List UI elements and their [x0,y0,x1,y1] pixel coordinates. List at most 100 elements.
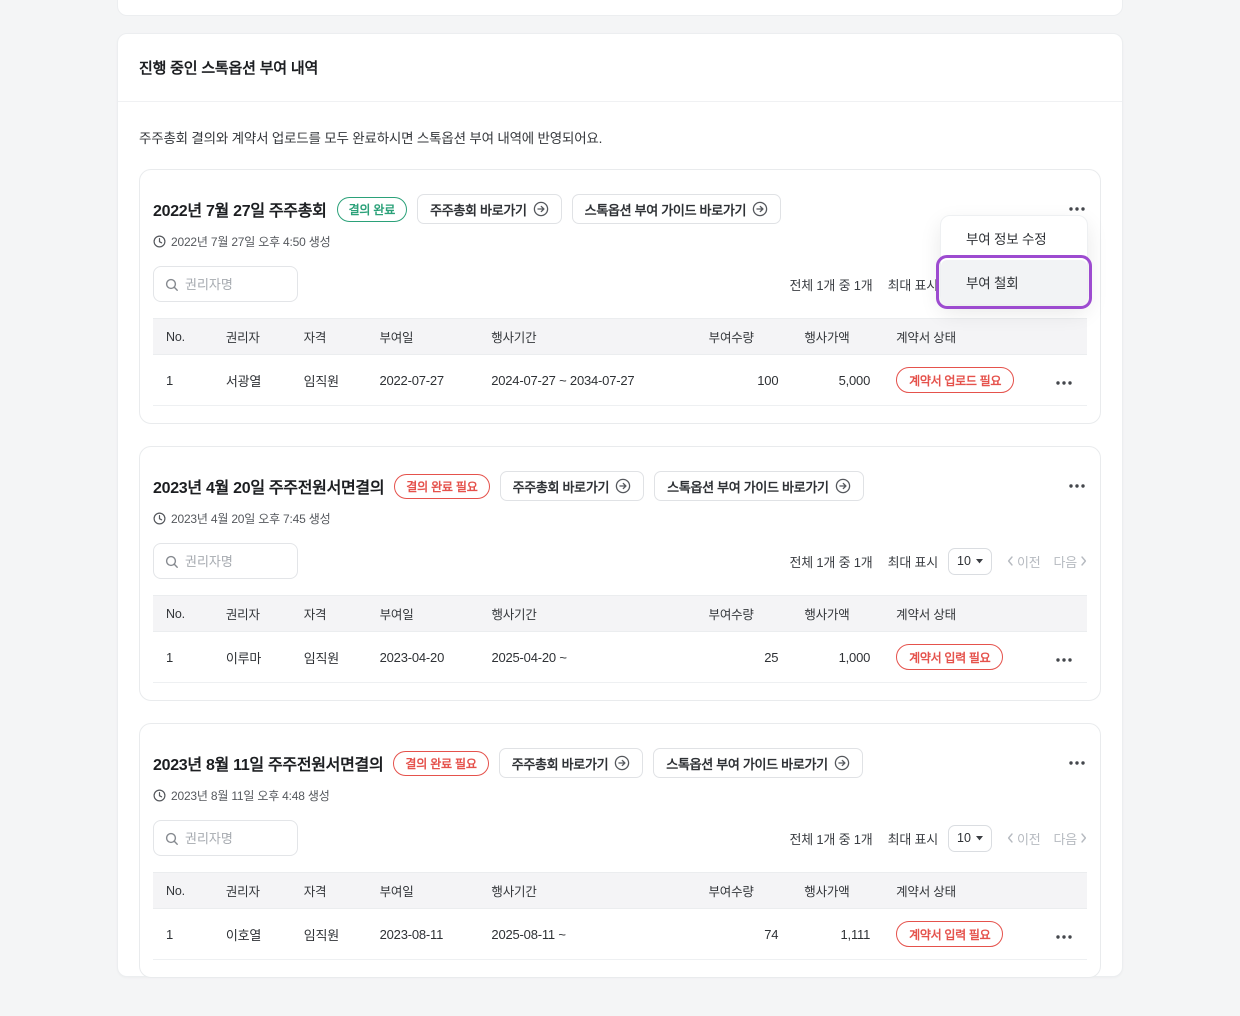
clock-icon [153,235,166,248]
header-contract-status: 계약서 상태 [883,596,1041,632]
header-no: No. [153,596,213,632]
search-input[interactable] [185,277,286,292]
header-price: 행사가액 [791,596,883,632]
header-period: 행사기간 [478,873,695,909]
row-more-button[interactable] [1054,923,1074,946]
search-icon [165,278,178,291]
table-row: 1 이호열 임직원 2023-08-11 2025-08-11 ~ 74 1,1… [153,909,1087,960]
header-quantity: 부여수량 [696,873,792,909]
arrow-right-circle-icon [615,478,631,494]
page-title: 진행 중인 스톡옵션 부여 내역 [139,57,318,78]
guide-link-button[interactable]: 스톡옵션 부여 가이드 바로가기 [654,471,864,501]
table-row: 1 이루마 임직원 2023-04-20 2025-04-20 ~ 25 1,0… [153,632,1087,683]
table-row: 1 서광열 임직원 2022-07-27 2024-07-27 ~ 2034-0… [153,355,1087,406]
cell-holder: 이호열 [213,909,291,960]
previous-section-bottom [117,0,1123,16]
page-size-select[interactable]: 10 [948,825,992,852]
arrow-right-circle-icon [614,755,630,771]
guide-link-button[interactable]: 스톡옵션 부여 가이드 바로가기 [653,748,863,778]
cell-role: 임직원 [291,909,367,960]
table-header-row: No. 권리자 자격 부여일 행사기간 부여수량 행사가액 계약서 상태 [153,319,1087,355]
more-menu-button[interactable] [1067,480,1087,492]
search-input[interactable] [185,554,286,569]
cell-no: 1 [153,355,213,406]
cell-holder: 이루마 [213,632,291,683]
cell-price: 1,111 [791,909,883,960]
created-timestamp: 2022년 7월 27일 오후 4:50 생성 [171,233,330,250]
pagination-total: 전체 1개 중 1개 [789,829,872,848]
kebab-dots-icon [1056,658,1072,662]
cell-quantity: 100 [696,355,792,406]
cell-role: 임직원 [291,355,367,406]
header-price: 행사가액 [791,873,883,909]
chevron-down-icon [976,836,983,841]
resolution-status-badge: 결의 완료 필요 [394,474,489,499]
arrow-right-circle-icon [533,201,549,217]
chevron-right-icon [1081,556,1087,566]
page-size-label: 최대 표시 [888,275,938,294]
page-size-select[interactable]: 10 [948,548,992,575]
cell-period: 2025-08-11 ~ [478,909,695,960]
grant-card-2: 2023년 4월 20일 주주전원서면결의 결의 완료 필요 주주총회 바로가기… [139,446,1101,701]
search-box [153,543,298,579]
cell-grant-date: 2023-04-20 [367,632,479,683]
header-holder: 권리자 [213,596,291,632]
header-grant-date: 부여일 [367,873,479,909]
page-size-label: 최대 표시 [888,829,938,848]
pagination-total: 전체 1개 중 1개 [789,275,872,294]
contract-status-badge: 계약서 입력 필요 [896,921,1003,947]
kebab-dots-icon [1056,381,1072,385]
grants-table: No. 권리자 자격 부여일 행사기간 부여수량 행사가액 계약서 상태 1 [153,872,1087,960]
grants-table: No. 권리자 자격 부여일 행사기간 부여수량 행사가액 계약서 상태 1 [153,318,1087,406]
header-grant-date: 부여일 [367,596,479,632]
page-size-label: 최대 표시 [888,552,938,571]
search-box [153,266,298,302]
header-quantity: 부여수량 [696,596,792,632]
created-timestamp: 2023년 8월 11일 오후 4:48 생성 [171,787,330,804]
header-quantity: 부여수량 [696,319,792,355]
menu-item-edit-grant[interactable]: 부여 정보 수정 [941,216,1087,260]
search-input[interactable] [185,831,286,846]
row-more-button[interactable] [1054,369,1074,392]
header-price: 행사가액 [791,319,883,355]
header-no: No. [153,873,213,909]
more-menu-button[interactable] [1067,203,1087,215]
more-menu-button[interactable] [1067,757,1087,769]
cell-grant-date: 2023-08-11 [367,909,479,960]
meeting-link-button[interactable]: 주주총회 바로가기 [417,194,562,224]
header-period: 행사기간 [478,319,695,355]
chevron-left-icon [1007,833,1013,843]
card-title: 2023년 8월 11일 주주전원서면결의 [153,751,383,775]
kebab-dots-icon [1069,484,1085,488]
pagination-total: 전체 1개 중 1개 [789,552,872,571]
guide-link-button[interactable]: 스톡옵션 부여 가이드 바로가기 [572,194,782,224]
cell-holder: 서광열 [213,355,291,406]
next-page-button[interactable]: 다음 [1053,829,1087,848]
header-no: No. [153,319,213,355]
grant-card-3: 2023년 8월 11일 주주전원서면결의 결의 완료 필요 주주총회 바로가기… [139,723,1101,978]
table-header-row: No. 권리자 자격 부여일 행사기간 부여수량 행사가액 계약서 상태 [153,873,1087,909]
header-role: 자격 [291,596,367,632]
grant-actions-menu: 부여 정보 수정 부여 철회 [940,215,1088,305]
prev-page-button[interactable]: 이전 [1007,552,1041,571]
card-title: 2022년 7월 27일 주주총회 [153,197,327,221]
cell-price: 5,000 [791,355,883,406]
resolution-status-badge: 결의 완료 [337,197,408,222]
prev-page-button[interactable]: 이전 [1007,829,1041,848]
chevron-right-icon [1081,833,1087,843]
meeting-link-button[interactable]: 주주총회 바로가기 [500,471,645,501]
cell-quantity: 25 [696,632,792,683]
menu-item-withdraw-grant[interactable]: 부여 철회 [941,260,1087,304]
kebab-dots-icon [1056,935,1072,939]
next-page-button[interactable]: 다음 [1053,552,1087,571]
meeting-link-button[interactable]: 주주총회 바로가기 [499,748,644,778]
table-header-row: No. 권리자 자격 부여일 행사기간 부여수량 행사가액 계약서 상태 [153,596,1087,632]
section-header: 진행 중인 스톡옵션 부여 내역 [118,34,1122,102]
row-more-button[interactable] [1054,646,1074,669]
header-holder: 권리자 [213,319,291,355]
kebab-dots-icon [1069,207,1085,211]
header-role: 자격 [291,873,367,909]
grant-card-1: 2022년 7월 27일 주주총회 결의 완료 주주총회 바로가기 스톡옵션 부… [139,169,1101,424]
cell-no: 1 [153,632,213,683]
arrow-right-circle-icon [835,478,851,494]
